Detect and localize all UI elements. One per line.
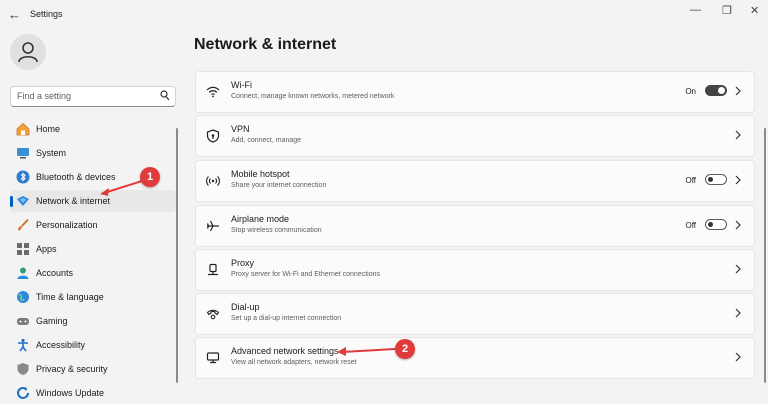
airplane-mode-toggle[interactable] — [705, 219, 727, 230]
card-subtitle: View all network adapters, network reset — [231, 359, 357, 366]
card-airplane-mode[interactable]: Airplane mode Stop wireless communicatio… — [195, 205, 755, 247]
sidebar-item-accounts[interactable]: Accounts — [10, 262, 176, 284]
sidebar-item-label: Apps — [36, 244, 57, 254]
card-advanced-network-settings[interactable]: Advanced network settings View all netwo… — [195, 337, 755, 379]
airplane-icon — [206, 220, 219, 232]
card-title: Airplane mode — [231, 214, 290, 224]
chevron-right-icon — [735, 308, 741, 318]
toggle-state-label: Off — [685, 176, 696, 185]
card-proxy[interactable]: Proxy Proxy server for Wi-Fi and Etherne… — [195, 249, 755, 291]
card-title: Dial-up — [231, 302, 260, 312]
sidebar-item-personalization[interactable]: Personalization — [10, 214, 176, 236]
toggle-knob — [708, 222, 713, 227]
chevron-right-icon — [735, 264, 741, 274]
chevron-right-icon — [735, 130, 741, 140]
sidebar-item-system[interactable]: System — [10, 142, 176, 164]
chevron-right-icon — [735, 175, 741, 185]
card-subtitle: Stop wireless communication — [231, 227, 322, 234]
card-dial-up[interactable]: Dial-up Set up a dial-up internet connec… — [195, 293, 755, 335]
chevron-right-icon — [735, 352, 741, 362]
sidebar-item-label: System — [36, 148, 67, 158]
card-subtitle: Share your internet connection — [231, 182, 327, 189]
bluetooth-icon — [16, 170, 30, 184]
wifi-icon — [206, 86, 220, 98]
wifi-diamond-icon — [17, 196, 29, 206]
sidebar-item-apps[interactable]: Apps — [10, 238, 176, 260]
annotation-badge-2: 2 — [395, 339, 415, 359]
gamepad-icon — [17, 318, 29, 325]
sidebar-item-privacy[interactable]: Privacy & security — [10, 358, 176, 380]
shield-icon — [17, 363, 29, 375]
vpn-shield-icon — [206, 129, 220, 143]
card-title: Proxy — [231, 258, 255, 268]
toggle-knob — [718, 87, 725, 94]
search-box — [10, 86, 176, 107]
sidebar-item-label: Network & internet — [36, 196, 111, 206]
search-input[interactable] — [17, 89, 157, 103]
accessibility-icon — [18, 338, 28, 352]
sidebar-item-label: Privacy & security — [36, 364, 108, 374]
mobile-hotspot-toggle[interactable] — [705, 174, 727, 185]
card-title: Advanced network settings — [231, 346, 339, 356]
title-bar: ← Settings — ❐ ✕ — [0, 0, 768, 30]
sidebar-item-label: Home — [36, 124, 61, 134]
maximize-icon[interactable]: ❐ — [722, 4, 732, 17]
brush-icon — [18, 218, 29, 231]
sidebar-item-label: Windows Update — [36, 388, 105, 398]
monitor-icon — [17, 148, 29, 159]
card-wifi[interactable]: Wi-Fi Connect, manage known networks, me… — [195, 71, 755, 113]
apps-icon — [17, 243, 29, 255]
avatar[interactable] — [10, 34, 46, 70]
sidebar-item-time-language[interactable]: Time & language — [10, 286, 176, 308]
annotation-badge-1: 1 — [140, 167, 160, 187]
wifi-toggle[interactable] — [705, 85, 727, 96]
sidebar-item-label: Time & language — [36, 292, 104, 302]
card-subtitle: Proxy server for Wi-Fi and Ethernet conn… — [231, 271, 381, 278]
page-title: Network & internet — [194, 36, 337, 53]
window-title: Settings — [30, 9, 63, 19]
network-adapter-icon — [206, 352, 220, 364]
accounts-icon — [17, 267, 29, 279]
card-title: Wi-Fi — [231, 80, 252, 90]
minimize-icon[interactable]: — — [690, 4, 701, 16]
hotspot-icon — [206, 176, 220, 186]
sidebar-item-home[interactable]: Home — [10, 118, 176, 140]
main-scrollbar[interactable] — [764, 128, 766, 383]
sidebar-item-label: Accessibility — [36, 340, 86, 350]
sidebar-item-label: Personalization — [36, 220, 98, 230]
sidebar-item-label: Bluetooth & devices — [36, 172, 116, 182]
dialup-icon — [206, 309, 220, 320]
card-subtitle: Connect, manage known networks, metered … — [231, 93, 395, 100]
sidebar-scrollbar[interactable] — [176, 128, 178, 383]
globe-icon — [17, 291, 29, 303]
close-icon[interactable]: ✕ — [750, 4, 759, 17]
home-icon — [16, 122, 30, 136]
toggle-state-label: On — [685, 87, 696, 96]
sidebar-item-label: Gaming — [36, 316, 68, 326]
active-indicator — [10, 196, 13, 207]
user-icon — [18, 42, 38, 63]
chevron-right-icon — [735, 86, 741, 96]
sidebar-item-network[interactable]: Network & internet — [10, 190, 176, 212]
sidebar-item-windows-update[interactable]: Windows Update — [10, 382, 176, 404]
update-icon — [17, 387, 29, 399]
sidebar-item-gaming[interactable]: Gaming — [10, 310, 176, 332]
back-arrow-icon[interactable]: ← — [8, 7, 21, 22]
sidebar-item-accessibility[interactable]: Accessibility — [10, 334, 176, 356]
card-subtitle: Set up a dial-up internet connection — [231, 315, 342, 322]
proxy-icon — [208, 263, 218, 276]
search-icon[interactable] — [160, 90, 170, 102]
card-title: Mobile hotspot — [231, 169, 290, 179]
chevron-right-icon — [735, 220, 741, 230]
card-subtitle: Add, connect, manage — [231, 137, 302, 144]
sidebar-item-label: Accounts — [36, 268, 74, 278]
card-mobile-hotspot[interactable]: Mobile hotspot Share your internet conne… — [195, 160, 755, 202]
card-vpn[interactable]: VPN Add, connect, manage — [195, 115, 755, 157]
toggle-state-label: Off — [685, 221, 696, 230]
toggle-knob — [708, 177, 713, 182]
card-title: VPN — [231, 124, 250, 134]
